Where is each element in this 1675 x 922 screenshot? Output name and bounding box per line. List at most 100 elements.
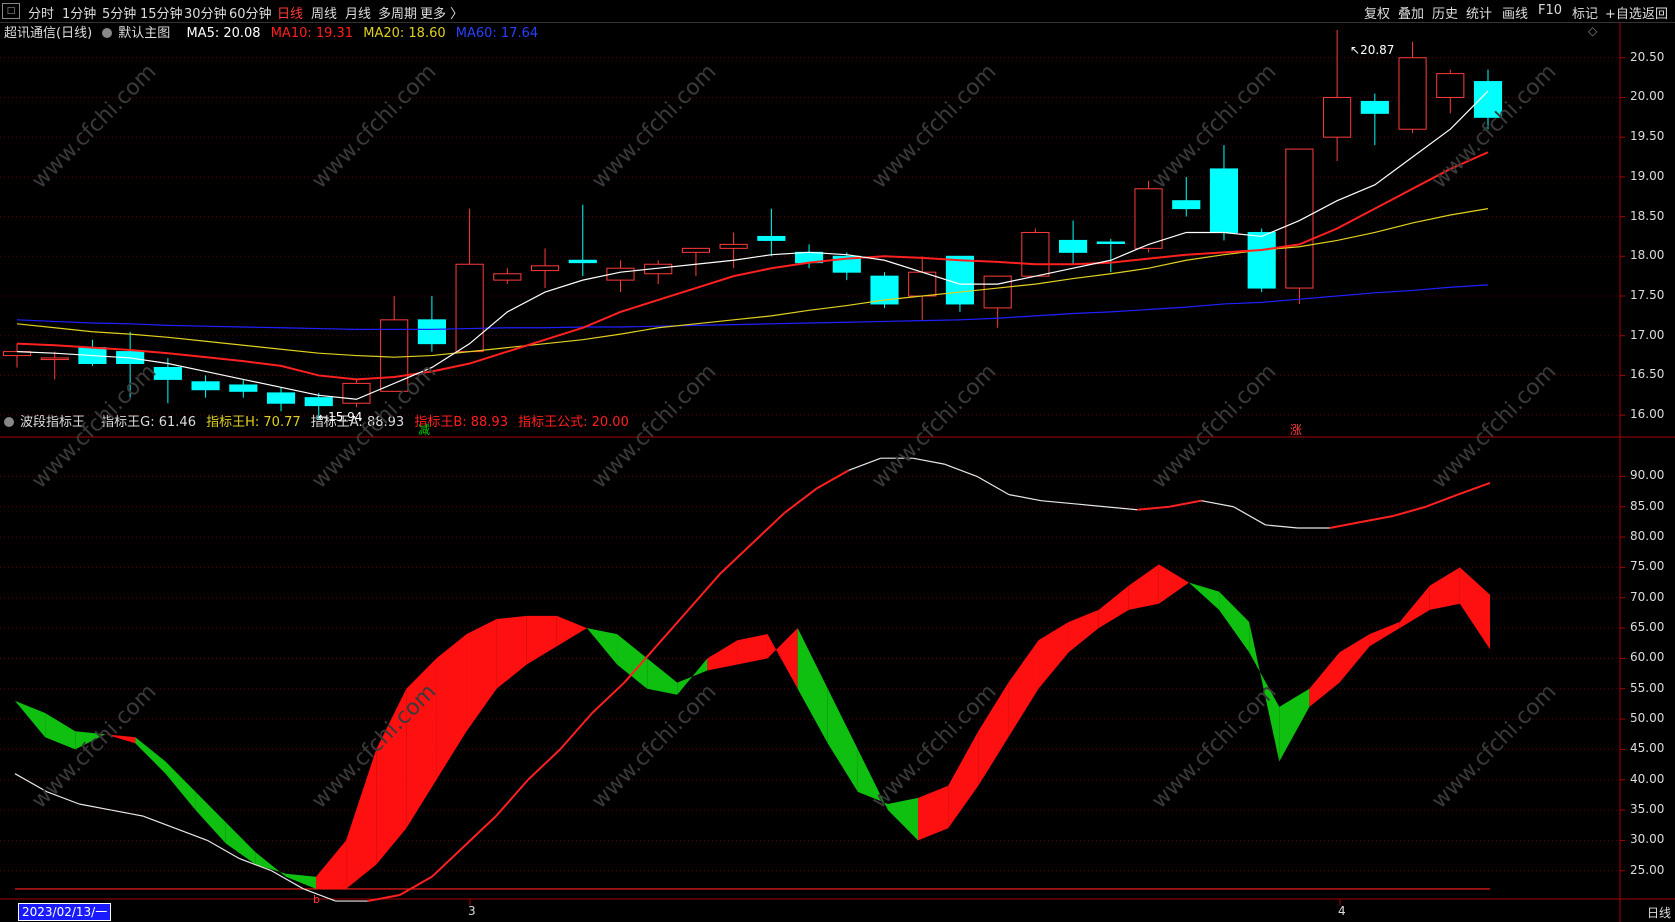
- candle-body: [681, 247, 711, 253]
- indicator-ribbon-segment: [195, 791, 226, 844]
- indicator-a-segment: [431, 845, 465, 878]
- watermark-text: www.cfchi.com: [307, 59, 441, 193]
- price-tick: 20.00: [1630, 89, 1665, 104]
- indicator-a-segment: [175, 827, 208, 841]
- watermark-text: www.cfchi.com: [1427, 359, 1561, 493]
- candle-body: [530, 265, 560, 272]
- price-tick: 16.00: [1630, 407, 1665, 422]
- indicator-tick: 90.00: [1630, 468, 1665, 483]
- indicator-a-segment: [816, 469, 850, 490]
- watermark-text: www.cfchi.com: [27, 359, 161, 493]
- indicator-tick: 25.00: [1630, 862, 1665, 877]
- indicator-ribbon-segment: [918, 785, 949, 841]
- indicator-ribbon-segment: [496, 615, 527, 689]
- indicator-a-segment: [1041, 500, 1074, 505]
- watermark-text: www.cfchi.com: [587, 59, 721, 193]
- indicator-tick: 65.00: [1630, 620, 1665, 635]
- indicator-a-segment: [559, 712, 593, 751]
- indicator-a-segment: [1201, 500, 1234, 508]
- watermark-text: www.cfchi.com: [1147, 359, 1281, 493]
- watermark-text: www.cfchi.com: [1427, 679, 1561, 813]
- indicator-ribbon-segment: [526, 615, 557, 665]
- price-tick: 16.50: [1630, 367, 1665, 382]
- indicator-ribbon-segment: [1188, 582, 1220, 610]
- indicator-ribbon-segment: [797, 628, 828, 744]
- indicator-tick: 50.00: [1630, 711, 1665, 726]
- indicator-ribbon-segment: [45, 713, 76, 750]
- indicator-a-segment: [1329, 520, 1362, 529]
- indicator-a-segment: [1457, 481, 1491, 496]
- candle-body: [455, 263, 484, 353]
- indicator-ribbon-segment: [1038, 622, 1069, 689]
- indicator-tick: 70.00: [1630, 589, 1665, 604]
- low-price-label: ←15.94: [318, 410, 363, 424]
- indicator-a-segment: [944, 463, 978, 477]
- candle-body: [1247, 231, 1276, 289]
- indicator-a-segment: [399, 875, 433, 896]
- candle-body: [191, 381, 220, 391]
- price-tick: 17.00: [1630, 327, 1665, 342]
- watermark-text: www.cfchi.com: [27, 59, 161, 193]
- indicator-ribbon-segment: [135, 737, 166, 774]
- indicator-a-segment: [591, 681, 625, 714]
- watermark-text: www.cfchi.com: [1147, 679, 1281, 813]
- candle-body: [1096, 241, 1125, 245]
- indicator-tick: 30.00: [1630, 832, 1665, 847]
- candle-body: [493, 273, 522, 281]
- indicator-a-segment: [655, 609, 690, 647]
- indicator-tick: 55.00: [1630, 680, 1665, 695]
- indicator-ribbon-segment: [1429, 567, 1460, 610]
- indicator-ribbon-segment: [255, 852, 286, 877]
- month-3-label: 3: [468, 904, 476, 918]
- indicator-tick: 75.00: [1630, 559, 1665, 574]
- watermark-text: www.cfchi.com: [587, 359, 721, 493]
- indicator-ribbon-segment: [556, 615, 587, 647]
- indicator-a-segment: [1393, 505, 1427, 517]
- candle-body: [1059, 239, 1088, 253]
- chart-canvas[interactable]: www.cfchi.com www.cfchi.com www.cfchi.com w…: [0, 0, 1675, 922]
- indicator-ribbon-segment: [1369, 622, 1400, 647]
- indicator-ribbon-segment: [827, 688, 858, 792]
- indicator-ribbon-segment: [1008, 640, 1039, 738]
- indicator-a-segment: [783, 487, 818, 514]
- ma60-line: [16, 284, 1489, 330]
- indicator-ribbon-segment: [586, 628, 618, 665]
- price-tick: 18.50: [1630, 208, 1665, 223]
- low-price-value: 15.94: [328, 410, 363, 424]
- candle-body: [1021, 231, 1050, 277]
- diamond-icon[interactable]: ◇: [1588, 24, 1597, 38]
- indicator-ribbon-segment: [15, 700, 46, 738]
- indicator-a-segment: [527, 748, 561, 781]
- indicator-tick: 45.00: [1630, 741, 1665, 756]
- indicator-tick: 40.00: [1630, 771, 1665, 786]
- candle-body: [1436, 73, 1465, 98]
- indicator-ribbon-segment: [647, 658, 678, 695]
- candle-body: [229, 384, 258, 392]
- candle-body: [757, 235, 786, 241]
- indicator-tick: 35.00: [1630, 802, 1665, 817]
- buy-signal-label: 涨: [1290, 423, 1303, 437]
- indicator-ribbon-segment: [1098, 585, 1129, 629]
- high-price-value: 20.87: [1360, 43, 1395, 57]
- candle-body: [342, 382, 371, 404]
- indicator-a-segment: [751, 512, 786, 544]
- indicator-a-segment: [495, 779, 529, 817]
- indicator-a-segment: [79, 803, 112, 811]
- candle-body: [40, 357, 69, 361]
- indicator-ribbon-segment: [165, 761, 196, 811]
- indicator-a-segment: [1233, 506, 1266, 526]
- sell-signal-label: 减: [418, 423, 431, 437]
- indicator-ribbon-segment: [707, 640, 738, 671]
- indicator-a-segment: [687, 572, 722, 611]
- indicator-ribbon-segment: [1399, 585, 1430, 629]
- indicator-ribbon-segment: [1128, 564, 1159, 610]
- indicator-ribbon-segment: [737, 634, 768, 665]
- candle-body: [304, 397, 333, 407]
- candle-body: [1134, 188, 1163, 249]
- watermark-text: www.cfchi.com: [867, 59, 1001, 193]
- price-tick: 19.00: [1630, 168, 1665, 183]
- indicator-tick: 80.00: [1630, 529, 1665, 544]
- indicator-a-segment: [976, 475, 1010, 496]
- indicator-ribbon-segment: [1339, 634, 1370, 683]
- price-tick: 17.50: [1630, 288, 1665, 302]
